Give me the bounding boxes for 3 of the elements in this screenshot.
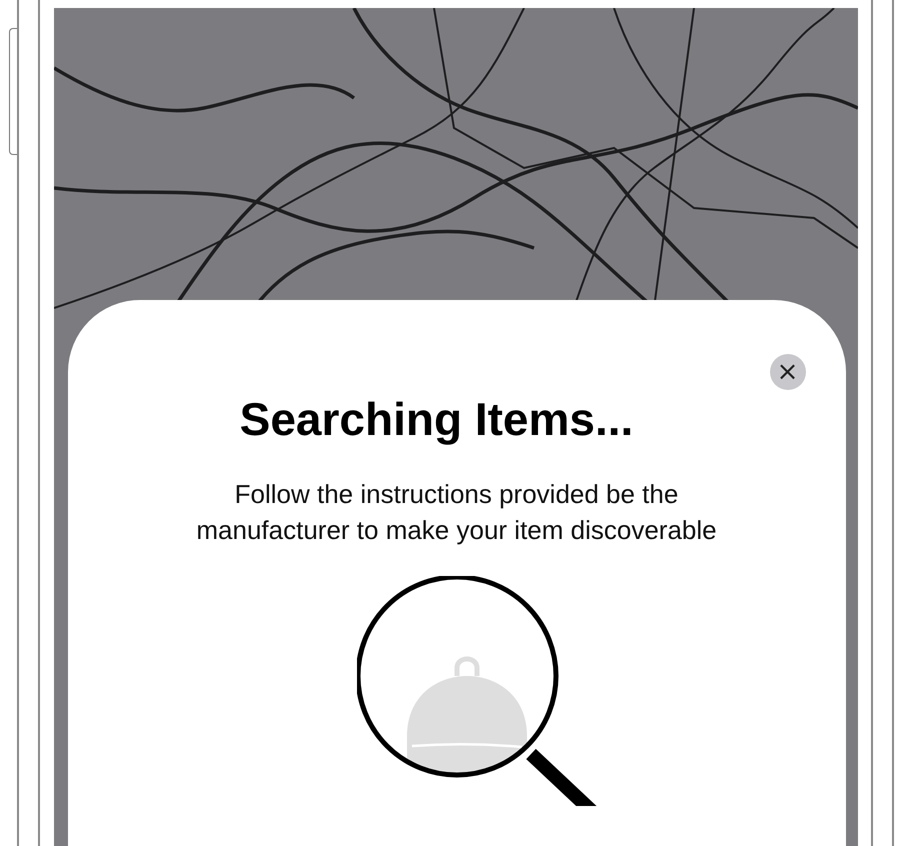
sheet-title: Searching Items... (240, 392, 634, 446)
close-button[interactable]: × (770, 354, 806, 390)
description-text: Follow the instructions provided be the manufacturer to make your item discoverable (195, 478, 718, 547)
